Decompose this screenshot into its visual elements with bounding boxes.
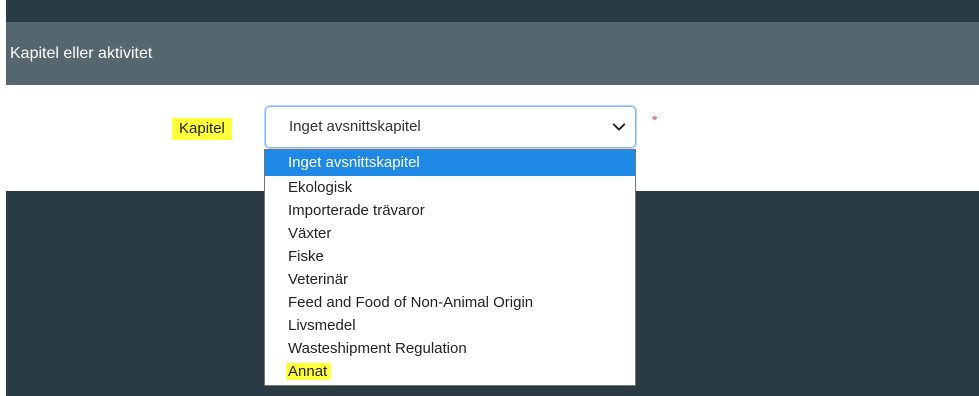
option-annat-label: Annat — [286, 363, 332, 380]
kapitel-dropdown-list: Inget avsnittskapitel Ekologisk Importer… — [264, 149, 636, 386]
option-annat[interactable]: Annat — [265, 360, 635, 383]
option-ekologisk[interactable]: Ekologisk — [265, 176, 635, 199]
option-veterinar[interactable]: Veterinär — [265, 268, 635, 291]
option-importerade-travaror[interactable]: Importerade trävaror — [265, 199, 635, 222]
option-inget-avsnittskapitel[interactable]: Inget avsnittskapitel — [265, 150, 635, 176]
option-livsmedel[interactable]: Livsmedel — [265, 314, 635, 337]
option-fiske[interactable]: Fiske — [265, 245, 635, 268]
required-mark: * — [652, 112, 658, 128]
option-wasteshipment-regulation[interactable]: Wasteshipment Regulation — [265, 337, 635, 360]
kapitel-label: Kapitel — [172, 118, 232, 140]
top-bar — [6, 0, 979, 22]
option-feed-and-food[interactable]: Feed and Food of Non-Animal Origin — [265, 291, 635, 314]
chevron-down-icon — [612, 123, 626, 131]
section-header: Kapitel eller aktivitet — [6, 22, 979, 85]
kapitel-select[interactable]: Inget avsnittskapitel — [265, 106, 636, 148]
option-vaxter[interactable]: Växter — [265, 222, 635, 245]
kapitel-select-value: Inget avsnittskapitel — [289, 118, 421, 135]
page: Kapitel eller aktivitet Kapitel Inget av… — [0, 0, 979, 396]
section-title: Kapitel eller aktivitet — [10, 45, 153, 62]
